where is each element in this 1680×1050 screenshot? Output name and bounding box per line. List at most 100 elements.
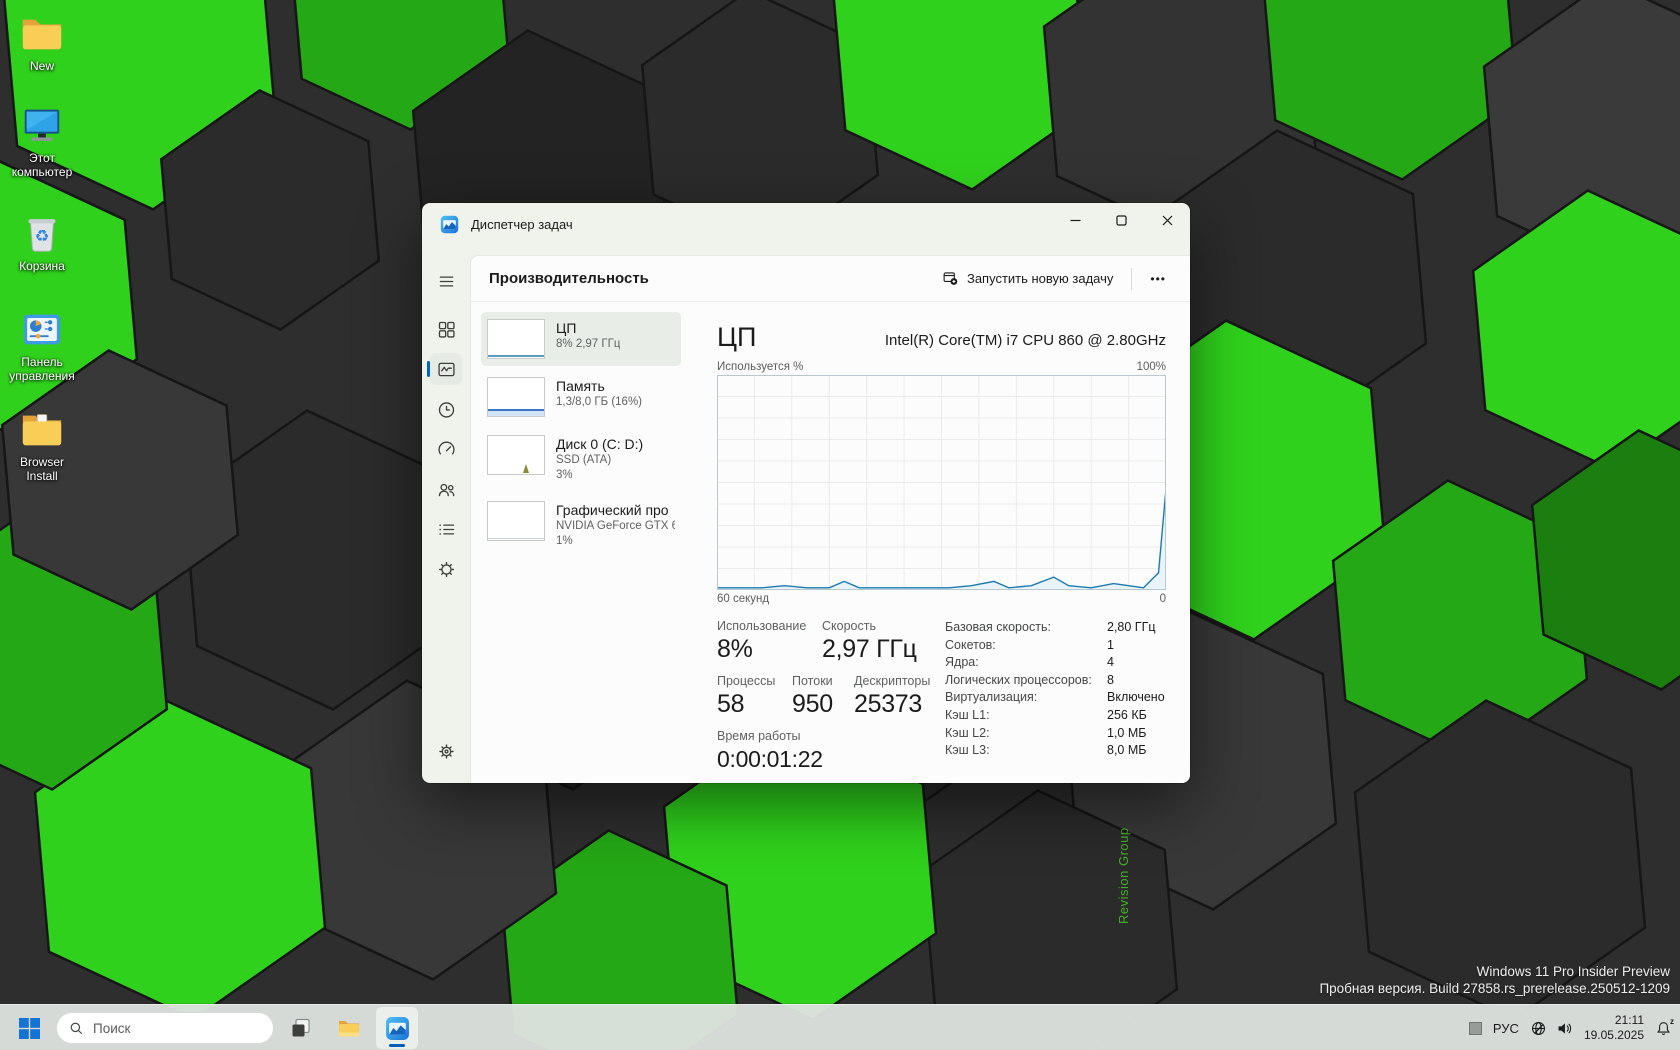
disk-mini-chart (487, 435, 545, 475)
active-app-indicator (389, 1044, 405, 1047)
settings-gear-icon[interactable] (430, 735, 462, 767)
uptime-value: 0:00:01:22 (717, 744, 823, 774)
list-item-gpu[interactable]: Графический про NVIDIA GeForce GTX 66 1% (481, 494, 681, 556)
cpu-spec-list: Базовая скорость:2,80 ГГц Сокетов:1 Ядра… (945, 618, 1166, 774)
folder-icon (19, 10, 65, 56)
page-title: Производительность (489, 270, 649, 287)
processes-icon[interactable] (430, 313, 462, 345)
maximize-button[interactable] (1098, 203, 1144, 237)
list-item-disk[interactable]: Диск 0 (C: D:) SSD (ATA) 3% (481, 428, 681, 490)
watermark-line2: Пробная версия. Build 27858.rs_prereleas… (1319, 980, 1670, 997)
taskbar-search[interactable] (56, 1012, 274, 1044)
run-new-task-label: Запустить новую задачу (967, 271, 1113, 286)
tray-date: 19.05.2025 (1584, 1028, 1644, 1043)
spec-row: Виртуализация:Включено (945, 689, 1166, 707)
wallpaper-signature: Revision Group (1116, 827, 1131, 924)
svg-text:♻: ♻ (35, 228, 50, 246)
folder-icon (19, 406, 65, 452)
desktop: Revision Group New Этот компьютер ♻ Корз… (0, 0, 1680, 1050)
insider-build-watermark: Windows 11 Pro Insider Preview Пробная в… (1319, 963, 1670, 997)
cpu-usage-chart[interactable] (717, 375, 1166, 590)
app-history-icon[interactable] (430, 393, 462, 425)
run-new-task-button[interactable]: Запустить новую задачу (932, 264, 1123, 293)
task-view-icon (290, 1017, 312, 1039)
list-item-memory[interactable]: Память 1,3/8,0 ГБ (16%) (481, 370, 681, 424)
usage-value: 8% (717, 634, 822, 664)
desktop-icon-this-pc[interactable]: Этот компьютер (4, 102, 80, 179)
list-item-cpu[interactable]: ЦП 8% 2,97 ГГц (481, 312, 681, 366)
file-explorer-button[interactable] (328, 1007, 370, 1049)
chart-x-left: 60 секунд (717, 593, 769, 605)
navigation-rail (422, 255, 470, 783)
window-title: Диспетчер задач (471, 215, 573, 232)
desktop-icon-control-panel[interactable]: Панель управления (4, 306, 80, 383)
spec-row: Кэш L1:256 КБ (945, 707, 1166, 725)
threads-value: 950 (792, 689, 854, 719)
windows-logo-icon (19, 1018, 40, 1039)
start-button[interactable] (8, 1007, 50, 1049)
handles-value: 25373 (854, 689, 922, 719)
notification-bell-icon[interactable]: z (1655, 1020, 1672, 1037)
close-button[interactable] (1144, 203, 1190, 237)
new-task-icon (942, 270, 959, 287)
services-icon[interactable] (430, 553, 462, 585)
gpu-mini-chart (487, 501, 545, 541)
header-divider (1131, 268, 1132, 290)
performance-resource-list: ЦП 8% 2,97 ГГц Память 1,3/8,0 ГБ (16%) (471, 302, 689, 783)
search-icon (69, 1021, 84, 1036)
memory-mini-chart (487, 377, 545, 417)
cpu-mini-chart (487, 319, 545, 359)
network-globe-icon[interactable] (1530, 1020, 1547, 1037)
spec-row: Ядра:4 (945, 654, 1166, 672)
tray-time: 21:11 (1584, 1013, 1644, 1028)
menu-icon[interactable] (430, 265, 462, 297)
recycle-bin-icon: ♻ (19, 210, 65, 256)
chart-x-right: 0 (1160, 593, 1166, 605)
control-panel-icon (19, 306, 65, 352)
chart-y-label: Используется % (717, 361, 803, 373)
task-manager-window: Диспетчер задач (422, 203, 1190, 783)
task-manager-taskbar-button[interactable] (376, 1007, 418, 1049)
clock[interactable]: 21:11 19.05.2025 (1582, 1013, 1646, 1043)
spec-row: Кэш L3:8,0 МБ (945, 742, 1166, 760)
task-manager-logo-icon (440, 215, 459, 234)
computer-icon (19, 102, 65, 148)
minimize-button[interactable] (1052, 203, 1098, 237)
cpu-detail-pane: ЦП Intel(R) Core(TM) i7 CPU 860 @ 2.80GH… (689, 302, 1190, 783)
speed-label: Скорость (822, 618, 876, 634)
file-explorer-icon (337, 1016, 361, 1040)
watermark-line1: Windows 11 Pro Insider Preview (1319, 963, 1670, 980)
desktop-icon-new[interactable]: New (4, 10, 80, 73)
spec-row: Кэш L2:1,0 МБ (945, 725, 1166, 743)
task-manager-icon (385, 1016, 410, 1041)
details-icon[interactable] (430, 513, 462, 545)
cpu-heading: ЦП (717, 322, 756, 352)
speed-value: 2,97 ГГц (822, 634, 917, 664)
spec-row: Логических процессоров:8 (945, 672, 1166, 690)
cpu-live-stats: Использование Скорость 8% 2,97 ГГц Проце… (717, 618, 945, 774)
spec-row: Сокетов:1 (945, 637, 1166, 655)
handles-label: Дескрипторы (854, 673, 930, 689)
processes-value: 58 (717, 689, 792, 719)
desktop-icon-recycle-bin[interactable]: ♻ Корзина (4, 210, 80, 273)
language-indicator[interactable]: РУС (1491, 1021, 1521, 1036)
volume-icon[interactable] (1556, 1020, 1573, 1037)
users-icon[interactable] (430, 473, 462, 505)
more-options-button[interactable]: ••• (1140, 266, 1176, 292)
uptime-label: Время работы (717, 728, 801, 744)
taskbar: РУС 21:11 19.05.2025 z (0, 1004, 1680, 1050)
chart-y-max: 100% (1137, 361, 1166, 373)
desktop-icon-browser-install[interactable]: Browser Install (4, 406, 80, 483)
tray-app-icon[interactable] (1469, 1022, 1482, 1035)
page-header: Производительность Запустить новую задач… (471, 256, 1190, 302)
cpu-model: Intel(R) Core(TM) i7 CPU 860 @ 2.80GHz (885, 332, 1166, 352)
processes-label: Процессы (717, 673, 792, 689)
usage-label: Использование (717, 618, 822, 634)
spec-row: Базовая скорость:2,80 ГГц (945, 619, 1166, 637)
title-bar[interactable]: Диспетчер задач (422, 203, 1190, 255)
performance-icon[interactable] (430, 353, 462, 385)
startup-apps-icon[interactable] (430, 433, 462, 465)
threads-label: Потоки (792, 673, 854, 689)
task-view-button[interactable] (280, 1007, 322, 1049)
search-input[interactable] (93, 1021, 243, 1036)
